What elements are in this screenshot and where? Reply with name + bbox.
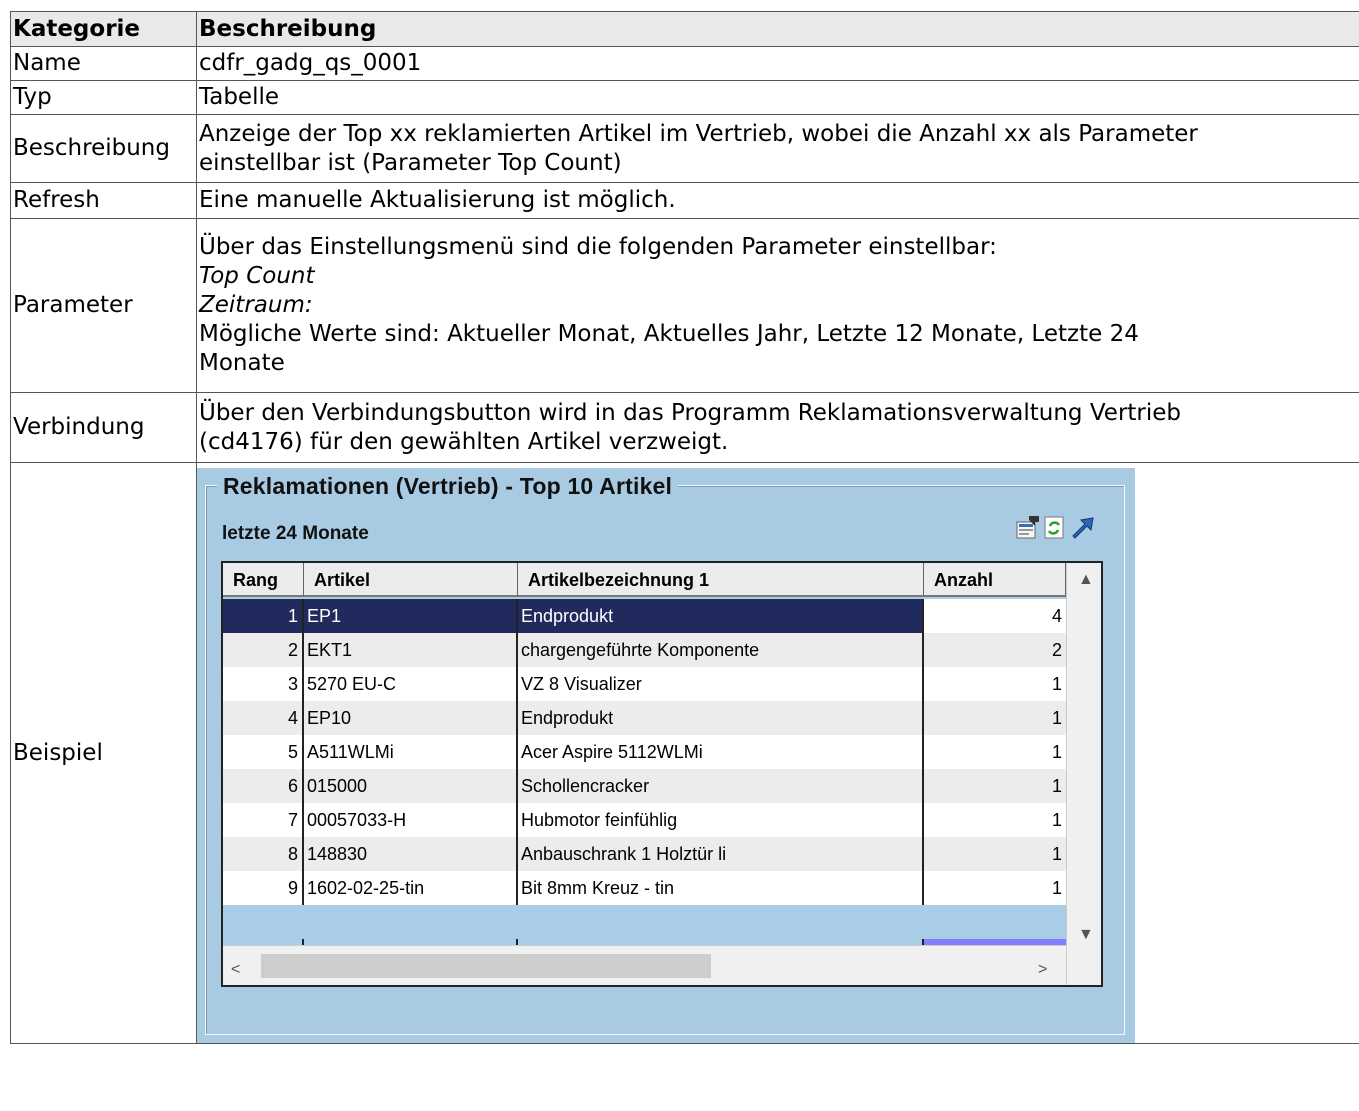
label-typ: Typ bbox=[10, 80, 197, 115]
row-beispiel: Beispiel Reklamationen (Vertrieb) - Top … bbox=[10, 462, 1359, 1044]
documentation-table: Kategorie Beschreibung Name cdfr_gadg_qs… bbox=[10, 11, 1359, 1044]
cell-rang: 5 bbox=[223, 735, 304, 769]
row-name: Name cdfr_gadg_qs_0001 bbox=[10, 46, 1359, 81]
cell-rang: 7 bbox=[223, 803, 304, 837]
cell-bezeichnung: chargengeführte Komponente bbox=[518, 633, 924, 667]
scroll-up-icon[interactable]: ▲ bbox=[1078, 565, 1094, 594]
column-header-artikel[interactable]: Artikel bbox=[304, 563, 518, 597]
cell-bezeichnung: Hubmotor feinfühlig bbox=[518, 803, 924, 837]
cell-artikel: EP1 bbox=[304, 599, 518, 633]
cell-anzahl: 1 bbox=[1051, 878, 1062, 898]
label-verbindung: Verbindung bbox=[10, 392, 197, 463]
cell-anzahl: 1 bbox=[1051, 674, 1062, 694]
value-refresh: Eine manuelle Aktualisierung ist möglich… bbox=[196, 182, 1359, 219]
row-typ: Typ Tabelle bbox=[10, 80, 1359, 115]
beschreibung-line-1: Anzeige der Top xx reklamierten Artikel … bbox=[199, 120, 1198, 147]
value-name: cdfr_gadg_qs_0001 bbox=[196, 46, 1359, 81]
cell-rang: 3 bbox=[223, 667, 304, 701]
header-row: Kategorie Beschreibung bbox=[10, 11, 1359, 47]
header-beschreibung: Beschreibung bbox=[196, 11, 1359, 47]
scroll-down-icon[interactable]: ▼ bbox=[1078, 920, 1094, 949]
column-header-anzahl[interactable]: Anzahl bbox=[924, 563, 1066, 597]
data-grid[interactable]: Rang Artikel Artikelbezeichnung 1 Anzahl… bbox=[221, 561, 1103, 987]
value-beispiel: Reklamationen (Vertrieb) - Top 10 Artike… bbox=[196, 462, 1359, 1044]
label-refresh: Refresh bbox=[10, 182, 197, 219]
cell-anzahl: 1 bbox=[1051, 776, 1062, 796]
cell-anzahl: 1 bbox=[1051, 810, 1062, 830]
verbindung-line-2: (cd4176) für den gewählten Artikel verzw… bbox=[199, 428, 729, 455]
label-name: Name bbox=[10, 46, 197, 81]
table-row[interactable]: 4 EP10 Endprodukt 1 bbox=[223, 701, 1066, 735]
cell-artikel: 015000 bbox=[304, 769, 518, 803]
cell-rang: 2 bbox=[223, 633, 304, 667]
cell-bezeichnung: VZ 8 Visualizer bbox=[518, 667, 924, 701]
cell-artikel: 5270 EU-C bbox=[304, 667, 518, 701]
cell-bezeichnung: Schollencracker bbox=[518, 769, 924, 803]
parameter-zeitraum: Zeitraum: bbox=[199, 292, 313, 318]
beschreibung-line-2: einstellbar ist (Parameter Top Count) bbox=[199, 149, 622, 176]
horizontal-scroll-thumb[interactable] bbox=[261, 954, 711, 978]
cell-artikel: EP10 bbox=[304, 701, 518, 735]
table-row[interactable]: 5 A511WLMi Acer Aspire 5112WLMi 1 bbox=[223, 735, 1066, 769]
label-parameter: Parameter bbox=[10, 218, 197, 393]
scroll-left-icon[interactable]: < bbox=[231, 955, 240, 984]
label-beispiel: Beispiel bbox=[10, 462, 197, 1044]
parameter-werte-line-2: Monate bbox=[199, 350, 285, 376]
link-arrow-icon[interactable] bbox=[1069, 514, 1095, 540]
value-beschreibung: Anzeige der Top xx reklamierten Artikel … bbox=[196, 114, 1359, 183]
table-row[interactable]: 1 EP1 Endprodukt 4 bbox=[223, 599, 1066, 633]
cell-anzahl: 1 bbox=[1051, 742, 1062, 762]
parameter-top-count: Top Count bbox=[199, 263, 315, 289]
row-parameter: Parameter Über das Einstellungsmenü sind… bbox=[10, 218, 1359, 393]
cell-artikel: A511WLMi bbox=[304, 735, 518, 769]
widget-title: Reklamationen (Vertrieb) - Top 10 Artike… bbox=[217, 472, 679, 501]
widget-subtitle: letzte 24 Monate bbox=[222, 523, 369, 544]
cell-rang: 1 bbox=[223, 599, 304, 633]
cell-anzahl: 1 bbox=[1051, 844, 1062, 864]
cell-bezeichnung: Bit 8mm Kreuz - tin bbox=[518, 871, 924, 905]
value-typ: Tabelle bbox=[196, 80, 1359, 115]
row-refresh: Refresh Eine manuelle Aktualisierung ist… bbox=[10, 182, 1359, 219]
table-row[interactable]: 7 00057033-H Hubmotor feinfühlig 1 bbox=[223, 803, 1066, 837]
horizontal-scrollbar[interactable]: < > bbox=[223, 945, 1066, 985]
settings-icon[interactable] bbox=[1015, 514, 1041, 540]
header-kategorie: Kategorie bbox=[10, 11, 197, 47]
column-header-rang[interactable]: Rang bbox=[223, 563, 304, 597]
cell-artikel: 148830 bbox=[304, 837, 518, 871]
cell-anzahl: 4 bbox=[924, 599, 1066, 633]
cell-artikel: 00057033-H bbox=[304, 803, 518, 837]
parameter-werte-line-1: Mögliche Werte sind: Aktueller Monat, Ak… bbox=[199, 321, 1139, 347]
cell-bezeichnung: Anbauschrank 1 Holztür li bbox=[518, 837, 924, 871]
vertical-scrollbar[interactable]: ▲ ▼ bbox=[1066, 563, 1101, 985]
refresh-icon[interactable] bbox=[1041, 514, 1067, 540]
value-verbindung: Über den Verbindungsbutton wird in das P… bbox=[196, 392, 1359, 463]
table-row[interactable]: 2 EKT1 chargengeführte Komponente 2 bbox=[223, 633, 1066, 667]
row-beschreibung: Beschreibung Anzeige der Top xx reklamie… bbox=[10, 114, 1359, 183]
cell-artikel: 1602-02-25-tin bbox=[304, 871, 518, 905]
parameter-line-1: Über das Einstellungsmenü sind die folge… bbox=[199, 234, 997, 260]
table-row[interactable]: 6 015000 Schollencracker 1 bbox=[223, 769, 1066, 803]
cell-artikel: EKT1 bbox=[304, 633, 518, 667]
cell-bezeichnung: Acer Aspire 5112WLMi bbox=[518, 735, 924, 769]
cell-bezeichnung: Endprodukt bbox=[518, 701, 924, 735]
scroll-right-icon[interactable]: > bbox=[1038, 955, 1047, 984]
column-header-bezeichnung[interactable]: Artikelbezeichnung 1 bbox=[518, 563, 924, 597]
cell-bezeichnung: Endprodukt bbox=[518, 599, 924, 633]
cell-rang: 4 bbox=[223, 701, 304, 735]
verbindung-line-1: Über den Verbindungsbutton wird in das P… bbox=[199, 399, 1182, 426]
row-verbindung: Verbindung Über den Verbindungsbutton wi… bbox=[10, 392, 1359, 463]
cell-rang: 8 bbox=[223, 837, 304, 871]
cell-anzahl: 1 bbox=[1051, 708, 1062, 728]
table-row[interactable]: 9 1602-02-25-tin Bit 8mm Kreuz - tin 1 bbox=[223, 871, 1066, 905]
widget-screenshot: Reklamationen (Vertrieb) - Top 10 Artike… bbox=[197, 468, 1135, 1043]
cell-rang: 9 bbox=[223, 871, 304, 905]
label-beschreibung: Beschreibung bbox=[10, 114, 197, 183]
cell-rang: 6 bbox=[223, 769, 304, 803]
cell-anzahl: 2 bbox=[1051, 640, 1062, 660]
table-row[interactable]: 3 5270 EU-C VZ 8 Visualizer 1 bbox=[223, 667, 1066, 701]
value-parameter: Über das Einstellungsmenü sind die folge… bbox=[196, 218, 1359, 393]
table-row[interactable]: 8 148830 Anbauschrank 1 Holztür li 1 bbox=[223, 837, 1066, 871]
